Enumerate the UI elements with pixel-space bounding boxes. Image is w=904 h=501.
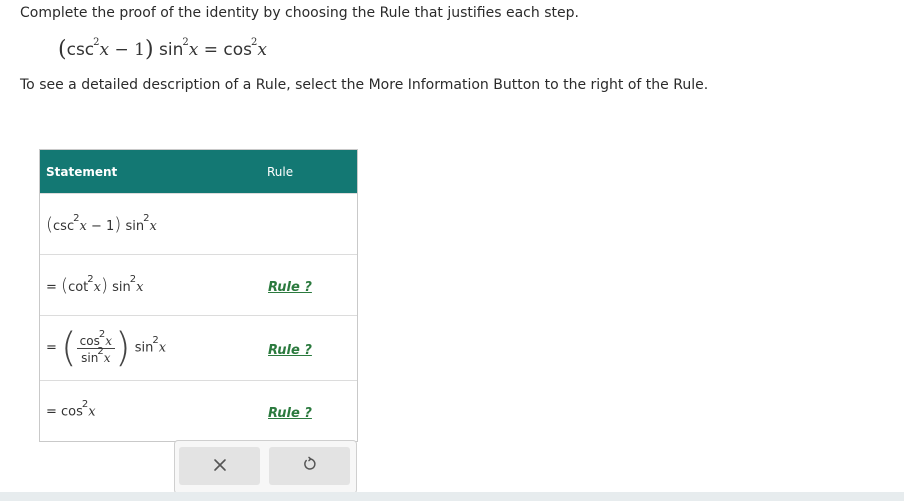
table-row: = (cos2x sin2x) sin2x Rule ? [40, 315, 357, 380]
action-bar [174, 440, 357, 494]
rule-cell: Rule ? [241, 339, 357, 358]
rule-cell: Rule ? [241, 276, 357, 295]
rule-selector-3[interactable]: Rule ? [268, 406, 312, 421]
statement-cell: (csc2x − 1) sin2x [46, 213, 157, 235]
info-text: To see a detailed description of a Rule,… [20, 77, 709, 93]
clear-button[interactable] [179, 447, 260, 485]
rule-header: Rule [267, 164, 294, 179]
rule-cell: Rule ? [241, 402, 357, 421]
instruction-text: Complete the proof of the identity by ch… [20, 5, 579, 21]
undo-icon [302, 456, 318, 476]
proof-table: Statement Rule (csc2x − 1) sin2x = (cot2… [39, 149, 358, 442]
statement-cell: = cos2x [46, 399, 96, 420]
close-icon [213, 457, 227, 476]
statement-cell: = (cos2x sin2x) sin2x [46, 325, 167, 371]
table-row: = cos2x Rule ? [40, 380, 357, 441]
reset-button[interactable] [269, 447, 350, 485]
identity-equation: (csc2x − 1) sin2x = cos2x [58, 37, 267, 62]
statement-header: Statement [46, 164, 118, 179]
table-row: (csc2x − 1) sin2x [40, 193, 357, 254]
rule-selector-2[interactable]: Rule ? [268, 343, 312, 358]
table-header: Statement Rule [40, 150, 357, 193]
rule-selector-1[interactable]: Rule ? [268, 280, 312, 295]
statement-cell: = (cot2x) sin2x [46, 274, 144, 296]
table-row: = (cot2x) sin2x Rule ? [40, 254, 357, 315]
page-footer-strip [0, 492, 904, 501]
